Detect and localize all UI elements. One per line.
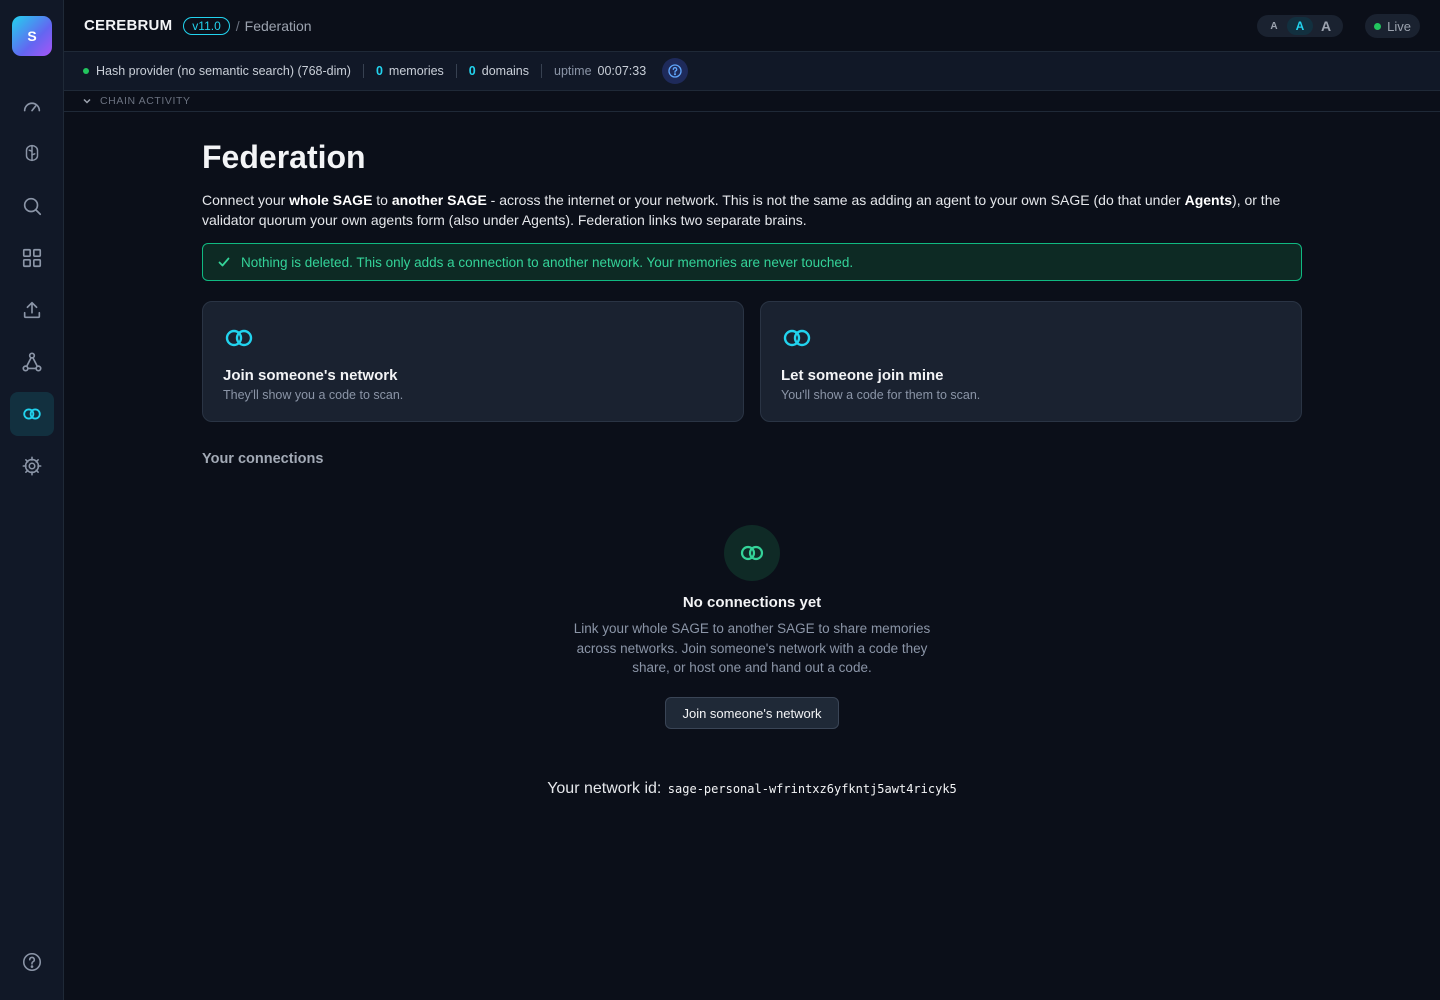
divider — [541, 64, 542, 78]
sidebar-item-settings[interactable] — [10, 444, 54, 488]
brand-name: CEREBRUM — [84, 17, 173, 34]
divider — [362, 64, 364, 78]
card-subtitle: You'll show a code for them to scan. — [781, 388, 981, 402]
network-id-value[interactable]: sage-personal-wfrintxz6yfkntj5awt4ricyk5 — [668, 782, 957, 796]
status-help-button[interactable] — [662, 58, 689, 84]
search-icon — [23, 197, 42, 216]
empty-state-text: Link your whole SAGE to another SAGE to … — [573, 621, 931, 675]
brain-icon — [25, 144, 39, 162]
live-label: Live — [1387, 18, 1411, 34]
font-size-large-button[interactable]: A — [1313, 17, 1339, 35]
live-dot — [1374, 22, 1382, 30]
sidebar-item-brain[interactable] — [10, 131, 54, 175]
card-title: Let someone join mine — [781, 367, 944, 384]
divider — [455, 64, 457, 78]
domains-count: 0 — [468, 64, 476, 78]
uptime-value: 00:07:33 — [597, 64, 647, 78]
federation-icon — [225, 329, 253, 347]
memories-count: 0 — [375, 64, 383, 78]
provider-status-dot — [83, 68, 89, 74]
chain-activity-label: CHAIN ACTIVITY — [100, 95, 191, 107]
sidebar-item-search[interactable] — [10, 184, 54, 228]
host-network-card[interactable]: Let someone join mine You'll show a code… — [760, 301, 1302, 422]
domains-label: domains — [481, 64, 529, 78]
empty-state-icon — [724, 525, 780, 581]
connections-heading: Your connections — [202, 451, 324, 467]
federation-icon — [783, 329, 811, 347]
join-network-card[interactable]: Join someone's network They'll show you … — [202, 301, 744, 422]
breadcrumb: Federation — [244, 17, 312, 34]
safety-notice: Nothing is deleted. This only adds a con… — [202, 243, 1302, 281]
network-id-row: Your network id: sage-personal-wfrintxz6… — [202, 780, 1302, 798]
sidebar-item-federation[interactable] — [10, 392, 54, 436]
sidebar: S — [0, 0, 64, 1000]
sidebar-item-domains[interactable] — [10, 236, 54, 280]
chevron-down-icon — [83, 98, 91, 104]
breadcrumb-separator: / — [235, 17, 240, 34]
network-icon — [22, 352, 42, 372]
intro-text: Connect your whole SAGE to another SAGE … — [202, 192, 1281, 228]
sidebar-item-help[interactable] — [10, 940, 54, 984]
sidebar-item-dashboard[interactable] — [10, 84, 54, 128]
font-size-small-button[interactable]: A — [1261, 17, 1287, 35]
check-icon — [218, 257, 230, 267]
uptime-label: uptime — [554, 64, 592, 78]
status-bar: Hash provider (no semantic search) (768-… — [64, 52, 1440, 91]
top-bar: CEREBRUM v11.0 / Federation A A A Live — [64, 0, 1440, 52]
page-title: Federation — [202, 139, 366, 175]
federation-icon — [23, 408, 41, 420]
memories-label: memories — [388, 64, 444, 78]
gauge-icon — [23, 102, 41, 112]
app-logo[interactable]: S — [12, 16, 52, 56]
gear-icon — [22, 456, 42, 476]
version-badge: v11.0 — [183, 16, 230, 35]
card-subtitle: They'll show you a code to scan. — [223, 388, 404, 402]
safety-notice-text: Nothing is deleted. This only adds a con… — [241, 254, 854, 270]
join-network-button[interactable]: Join someone's network — [665, 697, 839, 729]
card-title: Join someone's network — [223, 367, 398, 384]
empty-state-title: No connections yet — [682, 594, 822, 611]
upload-icon — [23, 301, 41, 319]
sidebar-item-import[interactable] — [10, 288, 54, 332]
provider-label: Hash provider (no semantic search) (768-… — [96, 64, 351, 78]
grid-icon — [22, 248, 42, 268]
sidebar-item-network[interactable] — [10, 340, 54, 384]
chain-activity-toggle[interactable]: CHAIN ACTIVITY — [64, 91, 1440, 112]
font-size-medium-button[interactable]: A — [1287, 17, 1313, 35]
live-indicator: Live — [1365, 14, 1420, 38]
network-id-label: Your network id: — [547, 780, 662, 797]
help-icon — [668, 64, 682, 78]
help-icon — [22, 952, 42, 972]
federation-icon — [740, 545, 764, 561]
font-size-switcher: A A A — [1257, 15, 1343, 37]
